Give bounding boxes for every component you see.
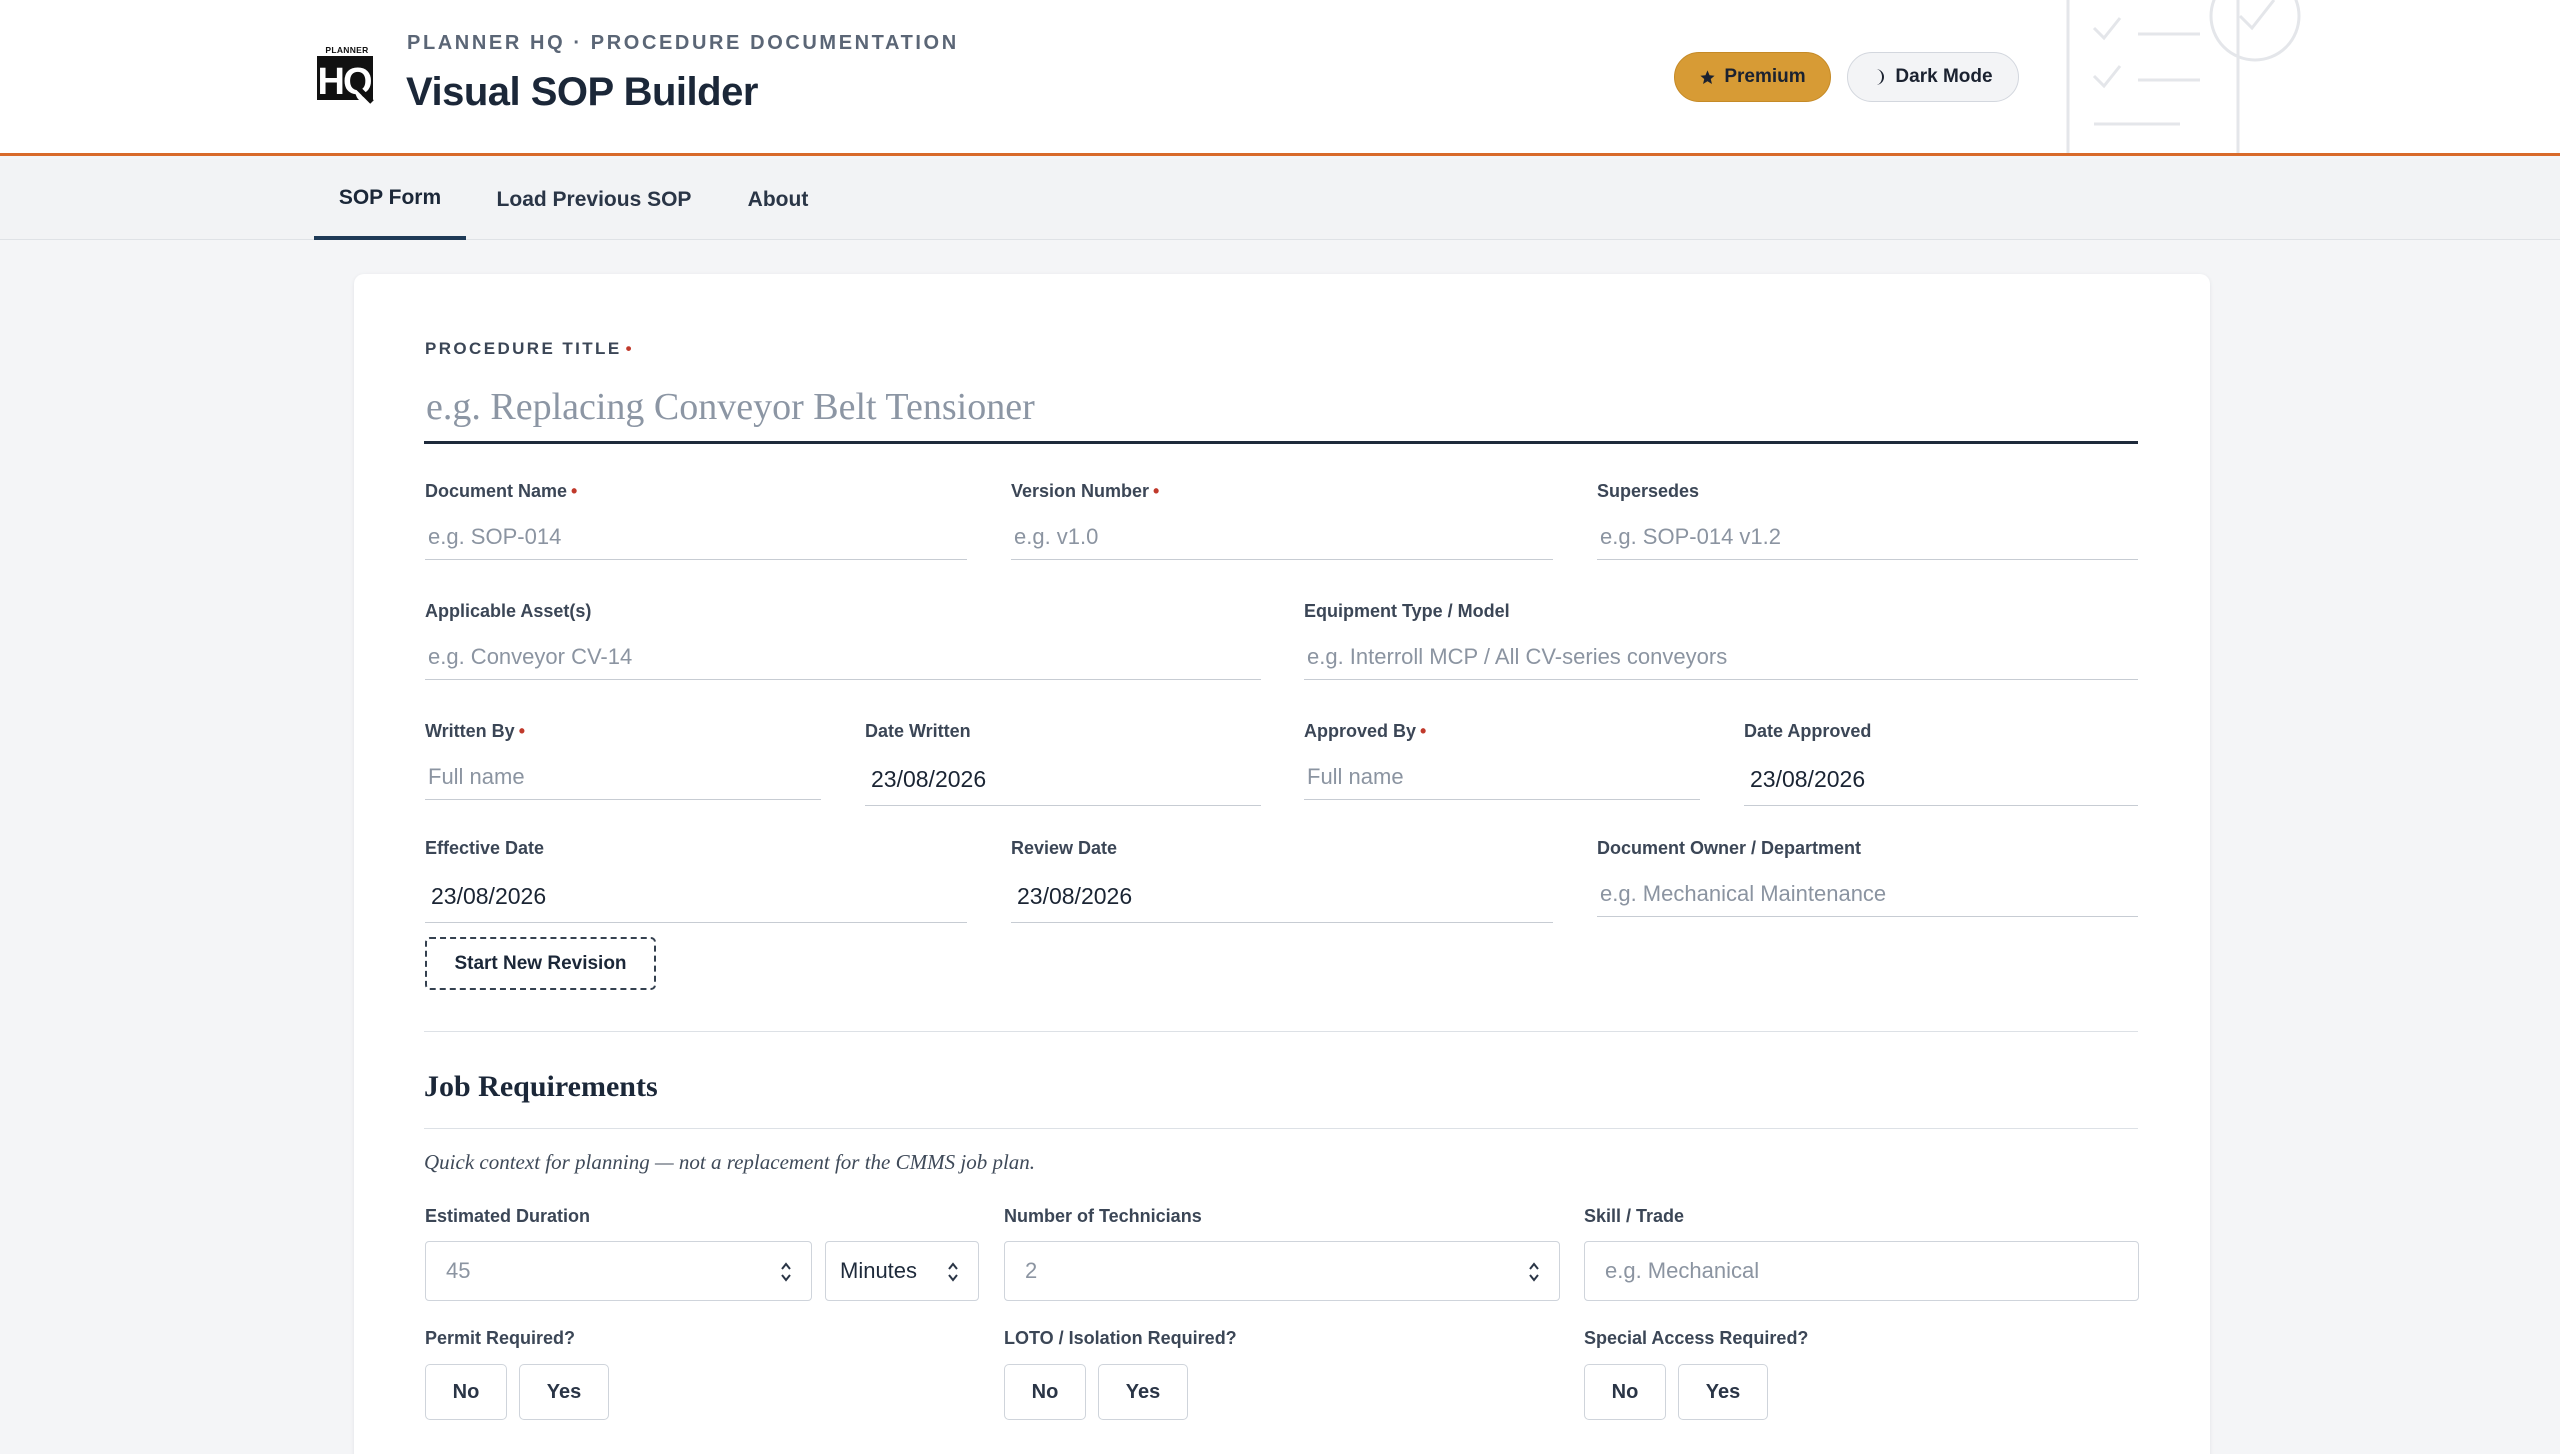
skill-trade-placeholder: e.g. Mechanical (1605, 1258, 1760, 1283)
effective-date-input[interactable] (425, 871, 967, 923)
special-access-yes-button[interactable]: Yes (1678, 1364, 1768, 1420)
technicians-input[interactable]: 2 (1004, 1241, 1560, 1301)
procedure-title-input[interactable] (424, 372, 2138, 444)
duration-unit-value: Minutes (840, 1258, 918, 1283)
app-header: PLANNER HQ PLANNER HQ · PROCEDURE DOCUME… (0, 0, 2560, 156)
procedure-title-label: PROCEDURE TITLE • (425, 339, 634, 358)
effective-date-label: Effective Date (425, 838, 545, 858)
date-written-label: Date Written (865, 721, 971, 741)
skill-trade-label: Skill / Trade (1584, 1206, 1685, 1226)
special-access-no-button[interactable]: No (1584, 1364, 1666, 1420)
section-divider (424, 1031, 2138, 1032)
spinner-arrows-icon (781, 1262, 791, 1282)
version-number-input[interactable] (1011, 514, 1553, 560)
logo-main-text: HQ (318, 61, 371, 103)
technicians-placeholder: 2 (1025, 1258, 1038, 1283)
equipment-type-label: Equipment Type / Model (1304, 601, 1510, 621)
duration-unit-select[interactable]: Minutes (825, 1241, 979, 1301)
approved-by-input[interactable] (1304, 754, 1700, 800)
loto-required-label: LOTO / Isolation Required? (1004, 1328, 1237, 1348)
estimated-duration-input[interactable]: 45 (425, 1241, 812, 1301)
special-access-label: Special Access Required? (1584, 1328, 1809, 1348)
permit-yes-button[interactable]: Yes (519, 1364, 609, 1420)
section-title-underline (424, 1128, 2138, 1129)
loto-no-button[interactable]: No (1004, 1364, 1086, 1420)
supersedes-label: Supersedes (1597, 481, 1700, 501)
applicable-assets-input[interactable] (425, 634, 1261, 680)
written-by-input[interactable] (425, 754, 821, 800)
start-new-revision-button[interactable]: Start New Revision (425, 937, 656, 990)
job-requirements-note: Quick context for planning — not a repla… (424, 1150, 1036, 1174)
spinner-arrows-icon (1529, 1262, 1539, 1282)
permit-required-label: Permit Required? (425, 1328, 576, 1348)
document-name-label: Document Name • (425, 481, 578, 501)
skill-trade-input[interactable]: e.g. Mechanical (1584, 1241, 2139, 1301)
review-date-input[interactable] (1011, 871, 1553, 923)
tab-sop-form[interactable]: SOP Form (314, 159, 466, 240)
date-approved-label: Date Approved (1744, 721, 1872, 741)
premium-button[interactable]: Premium (1674, 52, 1831, 102)
applicable-assets-label: Applicable Asset(s) (425, 601, 592, 621)
tab-load-previous-sop[interactable]: Load Previous SOP (482, 159, 706, 240)
app-title: Visual SOP Builder (406, 70, 758, 114)
equipment-type-input[interactable] (1304, 634, 2138, 680)
written-by-label: Written By • (425, 721, 525, 741)
estimated-duration-placeholder: 45 (446, 1258, 471, 1283)
star-icon (1700, 69, 1715, 84)
review-date-label: Review Date (1011, 838, 1118, 858)
app-eyebrow: PLANNER HQ · PROCEDURE DOCUMENTATION (407, 32, 959, 54)
version-number-label: Version Number • (1011, 481, 1160, 501)
job-requirements-title: Job Requirements (424, 1070, 658, 1103)
approved-by-label: Approved By • (1304, 721, 1427, 741)
dark-mode-label: Dark Mode (1895, 66, 1993, 87)
supersedes-input[interactable] (1597, 514, 2138, 560)
technicians-label: Number of Technicians (1004, 1206, 1202, 1226)
spinner-arrows-icon (948, 1262, 958, 1282)
permit-no-button[interactable]: No (425, 1364, 507, 1420)
date-approved-input[interactable] (1744, 754, 2138, 806)
planner-hq-logo: PLANNER HQ (317, 45, 374, 104)
checklist-decoration (2066, 0, 2301, 153)
dark-mode-button[interactable]: Dark Mode (1847, 52, 2019, 102)
document-owner-input[interactable] (1597, 871, 2138, 917)
tab-about[interactable]: About (730, 159, 826, 240)
estimated-duration-label: Estimated Duration (425, 1206, 591, 1226)
document-owner-label: Document Owner / Department (1597, 838, 1862, 858)
document-name-input[interactable] (425, 514, 967, 560)
tab-bar: SOP Form Load Previous SOP About (0, 159, 2560, 240)
logo-top-text: PLANNER (325, 45, 368, 55)
date-written-input[interactable] (865, 754, 1261, 806)
loto-yes-button[interactable]: Yes (1098, 1364, 1188, 1420)
moon-icon (1876, 69, 1885, 85)
premium-label: Premium (1724, 66, 1806, 87)
